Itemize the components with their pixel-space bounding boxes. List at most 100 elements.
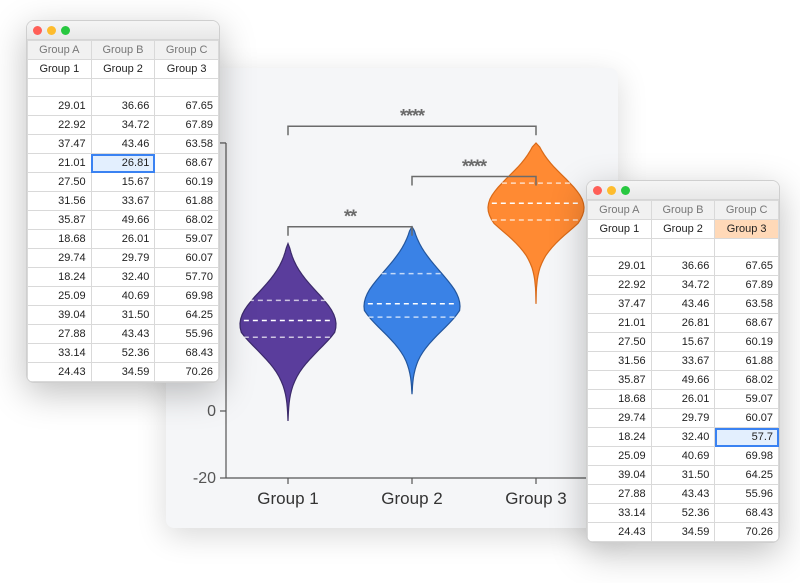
minimize-icon[interactable] xyxy=(47,26,56,35)
data-cell[interactable]: 22.92 xyxy=(588,276,652,295)
column-header[interactable]: Group A xyxy=(588,201,652,220)
data-cell[interactable]: 68.02 xyxy=(715,371,779,390)
data-cell[interactable]: 39.04 xyxy=(588,466,652,485)
data-cell[interactable]: 68.67 xyxy=(155,154,219,173)
data-cell[interactable]: 64.25 xyxy=(155,306,219,325)
data-cell[interactable]: 64.25 xyxy=(715,466,779,485)
data-cell[interactable]: 43.43 xyxy=(651,485,715,504)
column-header[interactable]: Group C xyxy=(155,41,219,60)
group-header[interactable]: Group 2 xyxy=(651,220,715,239)
data-cell[interactable]: 22.92 xyxy=(28,116,92,135)
data-cell[interactable]: 57.70 xyxy=(155,268,219,287)
data-cell[interactable]: 60.19 xyxy=(155,173,219,192)
data-cell[interactable]: 68.02 xyxy=(155,211,219,230)
column-header[interactable]: Group C xyxy=(715,201,779,220)
data-cell[interactable]: 32.40 xyxy=(91,268,155,287)
data-cell[interactable]: 21.01 xyxy=(28,154,92,173)
zoom-icon[interactable] xyxy=(61,26,70,35)
data-cell[interactable]: 60.07 xyxy=(155,249,219,268)
data-cell[interactable]: 49.66 xyxy=(651,371,715,390)
data-cell[interactable]: 25.09 xyxy=(28,287,92,306)
data-cell[interactable]: 29.01 xyxy=(28,97,92,116)
data-cell[interactable]: 68.67 xyxy=(715,314,779,333)
data-cell[interactable]: 70.26 xyxy=(715,523,779,542)
data-cell[interactable]: 15.67 xyxy=(91,173,155,192)
data-cell[interactable]: 67.65 xyxy=(715,257,779,276)
data-cell[interactable]: 27.50 xyxy=(588,333,652,352)
data-cell[interactable]: 29.79 xyxy=(91,249,155,268)
data-cell[interactable]: 61.88 xyxy=(155,192,219,211)
column-header[interactable]: Group A xyxy=(28,41,92,60)
data-cell[interactable]: 34.72 xyxy=(651,276,715,295)
data-cell[interactable]: 43.43 xyxy=(91,325,155,344)
data-cell[interactable]: 39.04 xyxy=(28,306,92,325)
data-cell[interactable]: 33.67 xyxy=(651,352,715,371)
group-header[interactable]: Group 3 xyxy=(155,60,219,79)
data-cell[interactable]: 52.36 xyxy=(91,344,155,363)
data-cell[interactable]: 31.56 xyxy=(588,352,652,371)
column-header[interactable]: Group B xyxy=(91,41,155,60)
group-header[interactable]: Group 1 xyxy=(588,220,652,239)
close-icon[interactable] xyxy=(593,186,602,195)
data-cell[interactable]: 52.36 xyxy=(651,504,715,523)
data-cell[interactable]: 35.87 xyxy=(588,371,652,390)
data-cell[interactable]: 36.66 xyxy=(651,257,715,276)
data-cell[interactable]: 33.14 xyxy=(28,344,92,363)
data-cell[interactable]: 63.58 xyxy=(155,135,219,154)
data-cell[interactable]: 55.96 xyxy=(155,325,219,344)
data-cell[interactable]: 18.24 xyxy=(28,268,92,287)
group-header[interactable]: Group 2 xyxy=(91,60,155,79)
data-cell[interactable]: 21.01 xyxy=(588,314,652,333)
data-cell[interactable]: 24.43 xyxy=(588,523,652,542)
data-cell[interactable]: 59.07 xyxy=(715,390,779,409)
data-cell[interactable]: 34.59 xyxy=(91,363,155,382)
group-header[interactable]: Group 3 xyxy=(715,220,779,239)
data-cell[interactable]: 31.56 xyxy=(28,192,92,211)
data-cell[interactable]: 61.88 xyxy=(715,352,779,371)
data-cell[interactable]: 34.59 xyxy=(651,523,715,542)
data-cell[interactable]: 67.89 xyxy=(155,116,219,135)
data-cell[interactable]: 18.24 xyxy=(588,428,652,447)
data-cell[interactable]: 57.7 xyxy=(715,428,779,447)
data-cell[interactable]: 40.69 xyxy=(91,287,155,306)
data-cell[interactable]: 32.40 xyxy=(651,428,715,447)
data-cell[interactable]: 18.68 xyxy=(28,230,92,249)
group-header[interactable]: Group 1 xyxy=(28,60,92,79)
data-cell[interactable]: 40.69 xyxy=(651,447,715,466)
data-cell[interactable]: 35.87 xyxy=(28,211,92,230)
data-cell[interactable]: 68.43 xyxy=(715,504,779,523)
data-cell[interactable]: 29.74 xyxy=(28,249,92,268)
data-cell[interactable]: 36.66 xyxy=(91,97,155,116)
data-cell[interactable]: 69.98 xyxy=(155,287,219,306)
data-cell[interactable]: 31.50 xyxy=(651,466,715,485)
minimize-icon[interactable] xyxy=(607,186,616,195)
data-cell[interactable]: 43.46 xyxy=(91,135,155,154)
data-cell[interactable]: 68.43 xyxy=(155,344,219,363)
data-cell[interactable]: 15.67 xyxy=(651,333,715,352)
data-cell[interactable]: 59.07 xyxy=(155,230,219,249)
data-cell[interactable]: 33.14 xyxy=(588,504,652,523)
data-cell[interactable]: 67.65 xyxy=(155,97,219,116)
data-cell[interactable]: 18.68 xyxy=(588,390,652,409)
data-cell[interactable]: 37.47 xyxy=(28,135,92,154)
data-cell[interactable]: 27.50 xyxy=(28,173,92,192)
data-cell[interactable]: 43.46 xyxy=(651,295,715,314)
data-cell[interactable]: 26.01 xyxy=(651,390,715,409)
data-cell[interactable]: 63.58 xyxy=(715,295,779,314)
data-cell[interactable]: 70.26 xyxy=(155,363,219,382)
data-cell[interactable]: 27.88 xyxy=(588,485,652,504)
column-header[interactable]: Group B xyxy=(651,201,715,220)
data-cell[interactable]: 29.74 xyxy=(588,409,652,428)
data-table-left[interactable]: Group AGroup BGroup C Group 1Group 2Group… xyxy=(27,40,219,382)
data-cell[interactable]: 26.81 xyxy=(91,154,155,173)
data-cell[interactable]: 26.01 xyxy=(91,230,155,249)
data-cell[interactable]: 29.01 xyxy=(588,257,652,276)
data-cell[interactable]: 33.67 xyxy=(91,192,155,211)
zoom-icon[interactable] xyxy=(621,186,630,195)
data-cell[interactable]: 25.09 xyxy=(588,447,652,466)
data-cell[interactable]: 55.96 xyxy=(715,485,779,504)
data-cell[interactable]: 31.50 xyxy=(91,306,155,325)
data-cell[interactable]: 29.79 xyxy=(651,409,715,428)
data-cell[interactable]: 26.81 xyxy=(651,314,715,333)
data-cell[interactable]: 37.47 xyxy=(588,295,652,314)
